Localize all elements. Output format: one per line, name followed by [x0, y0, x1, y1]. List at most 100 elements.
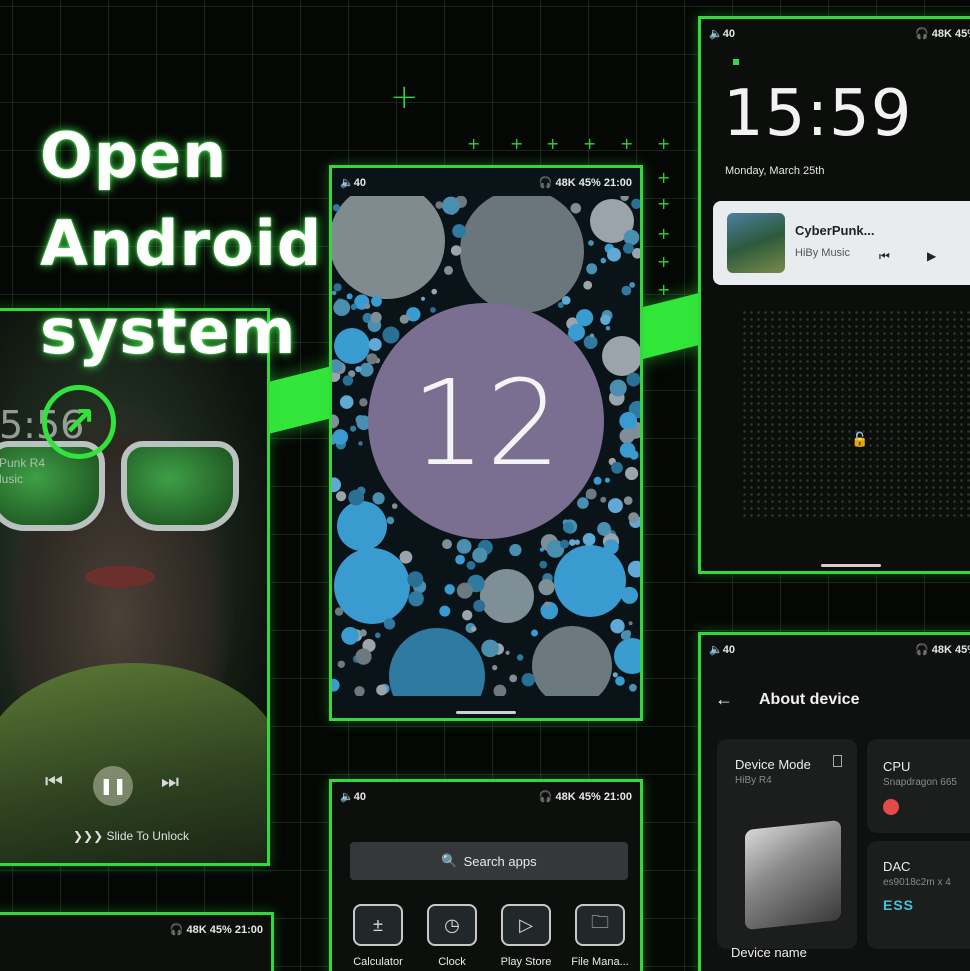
bubble	[619, 428, 635, 444]
device-mode-value: HiBy R4	[735, 775, 772, 786]
app-file-manager[interactable]: 🗀 File Mana...	[570, 904, 630, 968]
bubble	[615, 676, 625, 686]
bubble	[609, 379, 627, 397]
bubble	[376, 684, 387, 696]
bubble	[620, 630, 631, 641]
device-name-label: Device name	[731, 945, 807, 960]
version-number: 12	[411, 354, 561, 492]
app-clock[interactable]: ◷ Clock	[422, 904, 482, 968]
bubble	[355, 366, 362, 373]
status-right: 🎧 48K 45% 21:00	[538, 790, 632, 803]
lock-track-info: Punk R4 lusic	[0, 455, 45, 487]
status-bar: 🔈40 🎧 48K 45%	[701, 635, 970, 663]
pause-button[interactable]: ❚❚	[93, 766, 133, 806]
bubble	[383, 618, 396, 630]
bubble	[460, 196, 584, 313]
status-right: 🎧 48K 45% 21:00	[169, 923, 263, 936]
bubble	[332, 678, 340, 692]
bubble	[597, 522, 611, 536]
bubble	[359, 629, 367, 637]
bubble	[471, 626, 477, 632]
bubble	[332, 290, 337, 296]
bubble	[382, 326, 400, 344]
volume-indicator: 🔈40	[709, 643, 735, 656]
bubble	[509, 674, 518, 683]
bubble	[456, 582, 473, 599]
bubble	[348, 489, 365, 506]
bubble	[583, 280, 593, 290]
bubble	[366, 353, 378, 365]
bubble	[332, 204, 340, 212]
bubble	[355, 648, 372, 665]
bubble	[628, 621, 633, 626]
bubble	[602, 336, 640, 376]
bubble	[334, 548, 410, 624]
music-notification-card[interactable]: CyberPunk... HiBy Music ⏮ ▶	[713, 201, 970, 285]
bubble	[368, 338, 382, 351]
bubble	[359, 362, 374, 377]
previous-icon[interactable]: ⏮	[45, 771, 63, 794]
plus-mark: +	[390, 77, 419, 117]
volume-indicator: 🔈40	[340, 790, 366, 803]
android-12-wallpaper-screen: 🔈40 🎧 48K 45% 21:00 12	[329, 165, 643, 721]
bubble	[623, 496, 633, 505]
bubble	[386, 516, 395, 525]
bubble	[505, 650, 510, 655]
bubble	[455, 554, 465, 565]
app-calculator[interactable]: ± Calculator	[348, 904, 408, 968]
home-indicator[interactable]	[456, 711, 516, 714]
bubble	[593, 476, 602, 485]
bubble	[439, 605, 451, 617]
bubble	[333, 299, 351, 316]
app-label: File Mana...	[571, 956, 629, 968]
song-title: CyberPunk...	[795, 223, 875, 238]
bubble	[563, 522, 574, 534]
bubble	[431, 288, 437, 295]
about-device-screen: 🔈40 🎧 48K 45% ← About device Device Mode…	[698, 632, 970, 971]
arrow-up-right-icon: ↗	[42, 385, 116, 459]
bubble	[442, 196, 460, 215]
app-drawer-screen: 🔈40 🎧 48K 45% 21:00 🔍 Search apps ± Calc…	[329, 779, 643, 971]
copy-icon[interactable]	[833, 755, 842, 767]
bubble	[557, 302, 564, 308]
bubble-pattern: 12	[332, 196, 640, 696]
bubble	[554, 545, 626, 617]
indicator-dot	[733, 59, 739, 65]
home-indicator[interactable]	[821, 564, 881, 567]
bubble	[452, 224, 466, 238]
slide-to-unlock[interactable]: ❯❯❯ Slide To Unlock	[73, 829, 189, 843]
bubble	[480, 569, 534, 623]
plus-mark: +	[510, 134, 524, 153]
device-mode-label: Device Mode	[735, 757, 811, 772]
bubble	[607, 498, 623, 514]
status-bar: 🔈40 🎧 48K 45% 21:00	[332, 168, 640, 196]
play-icon[interactable]: ▶	[927, 249, 936, 263]
lock-screen-right: 🔈40 🎧 48K 45% 15:59 Monday, March 25th C…	[698, 16, 970, 574]
bubble	[359, 398, 368, 407]
bubble	[364, 303, 371, 309]
cpu-value: Snapdragon 665	[883, 777, 957, 788]
bubble	[610, 619, 625, 634]
bubble	[625, 466, 639, 481]
bubble	[576, 309, 594, 327]
back-arrow-icon[interactable]: ←	[715, 689, 733, 710]
page-title: About device	[759, 691, 860, 708]
previous-icon[interactable]: ⏮	[879, 249, 890, 264]
bubble	[337, 660, 345, 668]
bubble	[332, 414, 340, 429]
bubble	[568, 323, 585, 341]
calculator-icon: ±	[353, 904, 403, 946]
cpu-card[interactable]: CPU Snapdragon 665	[867, 739, 970, 833]
next-icon[interactable]: ⏭	[161, 771, 179, 794]
bubble	[532, 626, 612, 696]
search-apps-bar[interactable]: 🔍 Search apps	[350, 842, 628, 880]
bubble	[370, 311, 382, 324]
app-play-store[interactable]: ▷ Play Store	[496, 904, 556, 968]
play-store-icon: ▷	[501, 904, 551, 946]
bubble	[585, 488, 597, 500]
bubble	[621, 586, 638, 604]
clock-icon: ◷	[427, 904, 477, 946]
bubble	[481, 639, 499, 658]
lock-icon[interactable]: 🔓	[851, 431, 868, 448]
dac-card[interactable]: DAC es9018c2m x 4 ESS	[867, 841, 970, 949]
